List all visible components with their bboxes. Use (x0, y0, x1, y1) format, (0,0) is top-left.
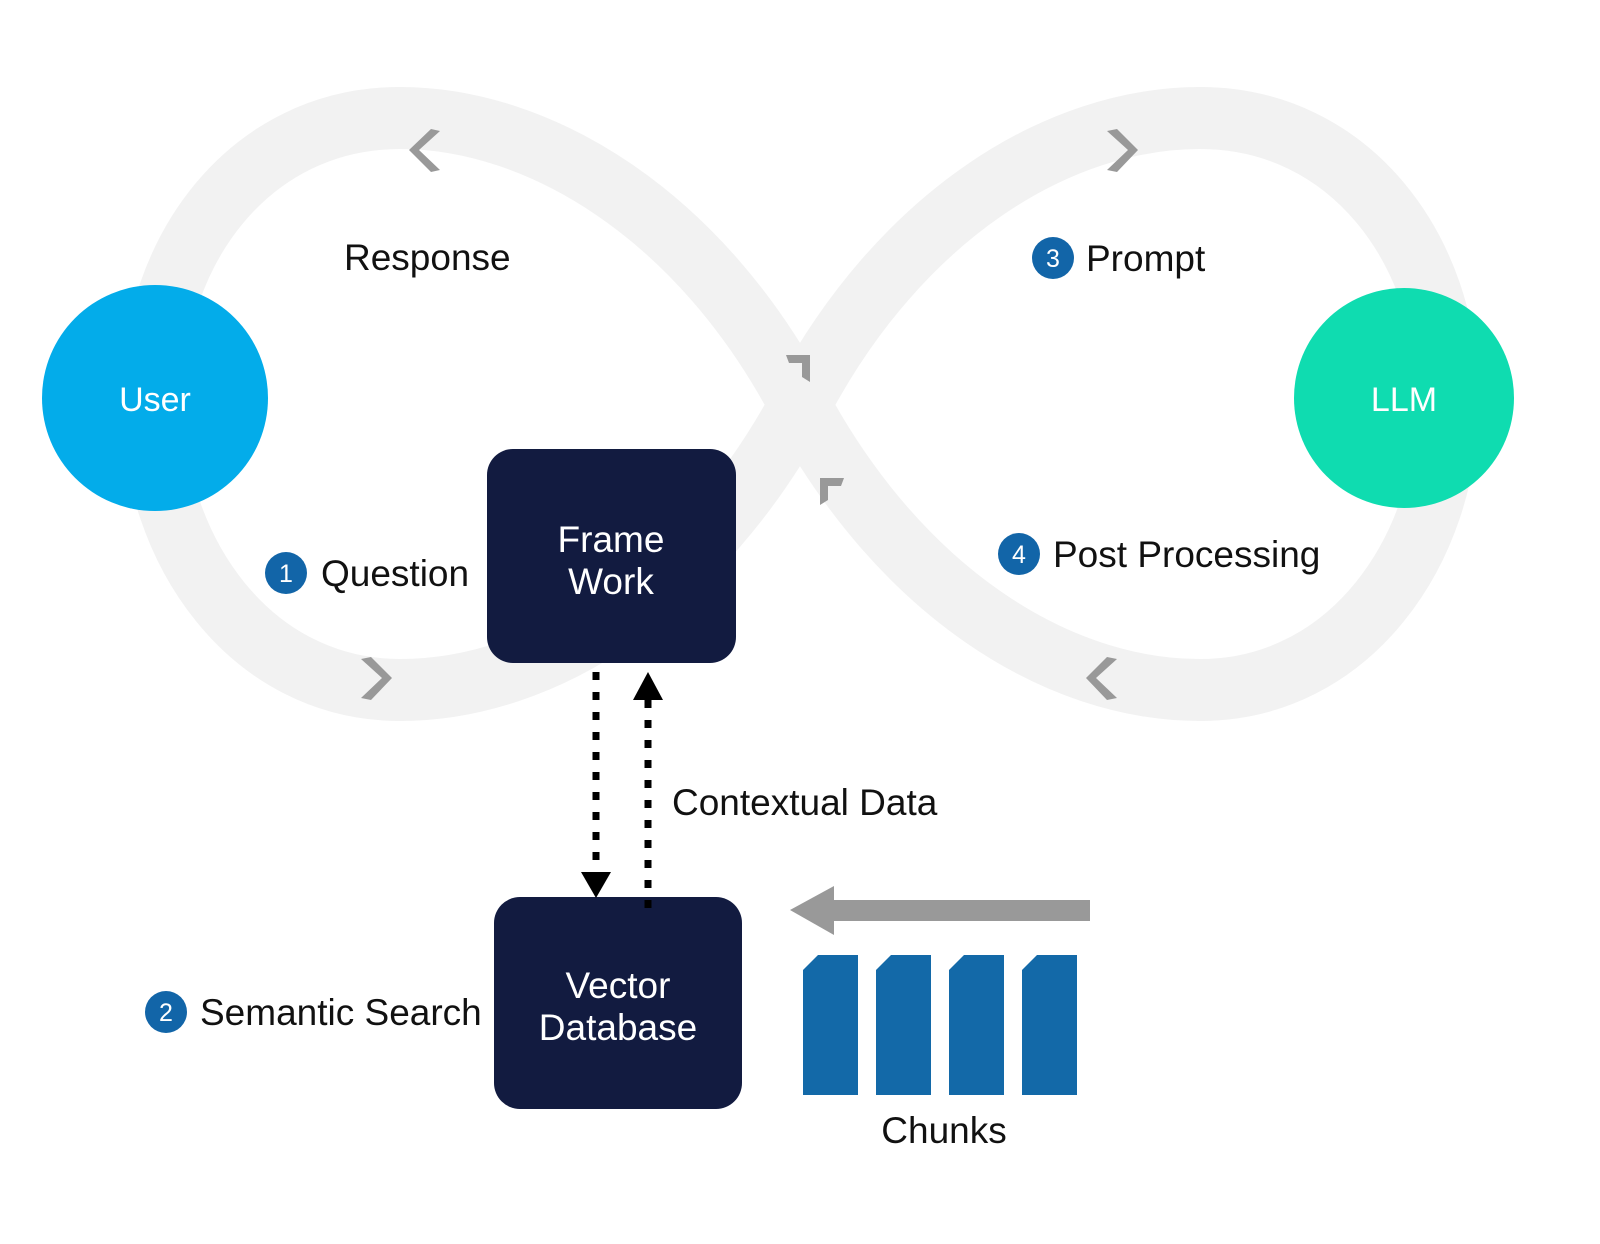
node-framework[interactable]: Frame Work (487, 449, 736, 663)
flow-label-response: Response (344, 237, 511, 278)
contextual-data-label: Contextual Data (672, 782, 938, 823)
badge-prompt-number: 3 (1046, 245, 1060, 273)
node-vector-database[interactable]: Vector Database (494, 897, 742, 1109)
vector-database-label-line1: Vector (566, 965, 671, 1006)
semantic-search-label: Semantic Search (200, 992, 482, 1033)
chunk-page-1 (803, 955, 858, 1095)
framework-label-line1: Frame (558, 519, 665, 560)
chunk-page-4 (1022, 955, 1077, 1095)
chunks-group: Chunks (790, 886, 1090, 1151)
framework-label-line2: Work (568, 561, 654, 602)
dotted-arrow-down-head-icon (581, 872, 611, 898)
dotted-arrow-up-head-icon (633, 672, 663, 700)
badge-post-processing-number: 4 (1012, 541, 1026, 569)
chunk-arrow-head (790, 886, 834, 935)
user-label: User (119, 381, 191, 419)
flow-label-prompt: 3 Prompt (1032, 237, 1206, 279)
response-label: Response (344, 237, 511, 278)
vector-database-label-line2: Database (539, 1007, 697, 1048)
prompt-label: Prompt (1086, 238, 1206, 279)
flow-label-question: 1 Question (265, 552, 469, 594)
node-llm[interactable]: LLM (1294, 288, 1514, 508)
flow-label-post-processing: 4 Post Processing (998, 533, 1320, 575)
badge-question-number: 1 (279, 560, 293, 588)
chunk-arrow-shaft (828, 900, 1090, 921)
chunk-page-2 (876, 955, 931, 1095)
question-label: Question (321, 553, 469, 594)
post-processing-label: Post Processing (1053, 534, 1320, 575)
diagram-canvas: User LLM Frame Work Vector Database Chun… (0, 0, 1600, 1244)
chunk-ingestion-arrow-icon (790, 886, 1090, 935)
framework-vectordb-connectors (581, 672, 663, 908)
infinity-loop-band (120, 86, 1480, 722)
chunk-page-3 (949, 955, 1004, 1095)
flow-label-semantic-search: 2 Semantic Search (145, 991, 482, 1033)
badge-semantic-search-number: 2 (159, 999, 173, 1027)
llm-label: LLM (1371, 381, 1437, 419)
chunks-caption: Chunks (881, 1110, 1006, 1151)
flow-label-contextual-data: Contextual Data (672, 782, 938, 823)
node-user[interactable]: User (42, 285, 268, 511)
rag-architecture-diagram: User LLM Frame Work Vector Database Chun… (42, 86, 1514, 1151)
